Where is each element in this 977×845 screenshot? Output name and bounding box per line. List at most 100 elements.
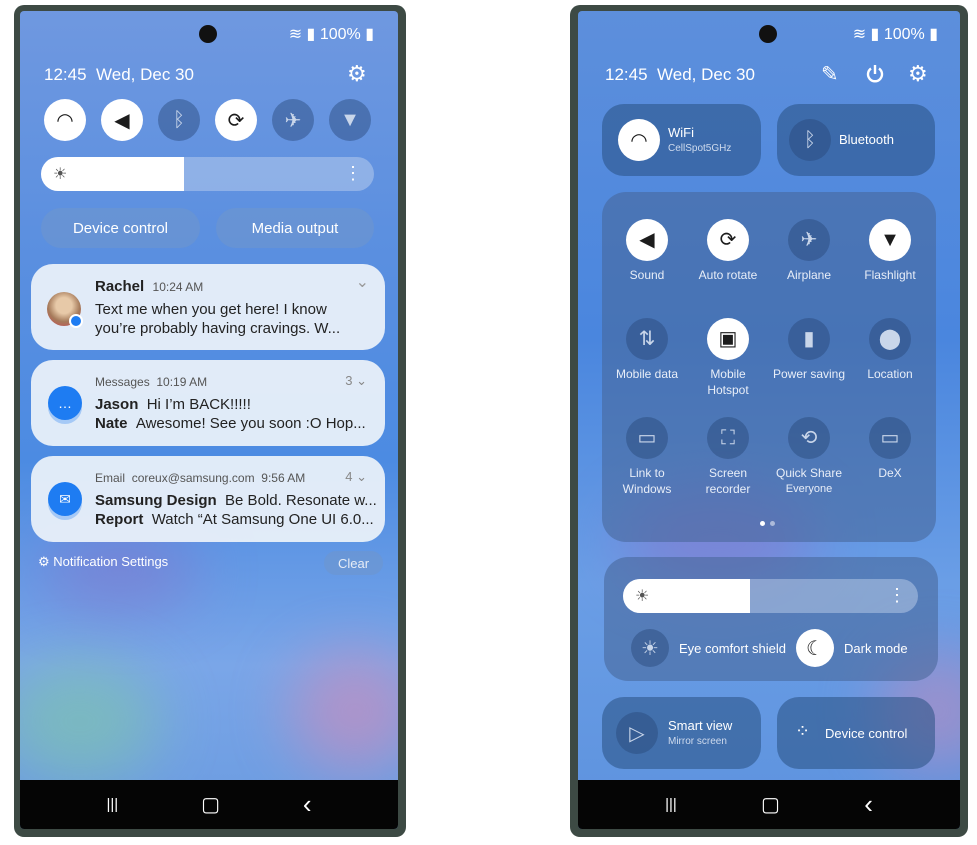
- tile-label: Mobile data: [615, 367, 679, 381]
- wifi-label: WiFi: [668, 125, 694, 140]
- tile-mobile-hotspot[interactable]: ▣ Mobile Hotspot: [688, 318, 768, 398]
- brightness-more-icon[interactable]: ⋮: [888, 585, 906, 606]
- date: Wed, Dec 30: [657, 65, 755, 84]
- page-dot[interactable]: [770, 521, 775, 526]
- recent-apps-button[interactable]: |||: [106, 796, 118, 813]
- expand-chevron-icon[interactable]: ⌄: [356, 272, 369, 292]
- flashlight-icon: ▼: [869, 219, 911, 261]
- dex-icon: ▭: [869, 417, 911, 459]
- battery-icon: ▮: [929, 26, 938, 43]
- auto-rotate-icon: ⟳: [707, 219, 749, 261]
- auto-rotate-icon: ⟳: [227, 109, 245, 132]
- notif-text: Text me when you get here! I know you’re…: [95, 301, 341, 337]
- status-bar: ≋ ▮ 100% ▮: [853, 24, 938, 44]
- smart-view-tile[interactable]: ▷ Smart view Mirror screen: [602, 697, 761, 769]
- settings-gear-icon[interactable]: ⚙: [908, 61, 928, 87]
- wifi-icon: ◠: [56, 109, 74, 132]
- media-output-button[interactable]: Media output: [216, 208, 374, 248]
- sender: Rachel: [95, 278, 145, 295]
- notification-settings-link[interactable]: ⚙ Notification Settings: [38, 554, 168, 570]
- tile-auto-rotate[interactable]: ⟳ Auto rotate: [688, 219, 768, 283]
- time: 10:19 AM: [156, 375, 208, 389]
- line-name: Jason: [95, 396, 139, 413]
- brightness-slider[interactable]: ☀ ⋮: [41, 157, 374, 191]
- tile-quick-share[interactable]: ⟲ Quick Share Everyone: [769, 417, 849, 497]
- notification-rachel[interactable]: Rachel 10:24 AM Text me when you get her…: [31, 264, 385, 350]
- navigation-bar: ||| ▢ ‹: [578, 780, 960, 829]
- line-text: Be Bold. Resonate w...: [225, 492, 377, 509]
- time: 10:24 AM: [152, 280, 204, 294]
- brightness-slider[interactable]: ☀ ⋮: [623, 579, 918, 613]
- wifi-tile[interactable]: ◠ WiFi CellSpot5GHz: [602, 104, 761, 176]
- brightness-more-icon[interactable]: ⋮: [344, 163, 362, 184]
- notification-email[interactable]: ✉ Email coreux@samsung.com 9:56 AM 4 ⌄ S…: [31, 456, 385, 542]
- tile-sublabel: Everyone: [785, 483, 833, 495]
- left-screen: ≋ ▮ 100% ▮ 12:45 Wed, Dec 30 ⚙ ◠ ◀ ᛒ ⟳ ✈ ▼ ☀ …: [20, 11, 398, 829]
- device-control-icon: ⁘: [795, 721, 811, 741]
- tile-location[interactable]: ⬤ Location: [850, 318, 930, 382]
- camera-hole: [199, 25, 217, 43]
- expand-chevron-icon: ⌄: [356, 373, 367, 388]
- smart-view-icon: ▷: [616, 712, 658, 754]
- notif-count[interactable]: 3 ⌄: [345, 373, 367, 389]
- app-name: Email: [95, 471, 126, 485]
- home-button[interactable]: ▢: [201, 792, 220, 817]
- bluetooth-tile[interactable]: ᛒ Bluetooth: [777, 104, 935, 176]
- tile-power-saving[interactable]: ▮ Power saving: [769, 318, 849, 382]
- tile-label: Link to Windows: [622, 466, 672, 496]
- smart-view-sub: Mirror screen: [668, 736, 727, 747]
- line-name: Samsung Design: [95, 492, 217, 509]
- power-icon[interactable]: [865, 64, 885, 89]
- home-button[interactable]: ▢: [761, 792, 780, 817]
- notif-header: Email coreux@samsung.com 9:56 AM: [95, 471, 305, 485]
- tile-sound[interactable]: ◀ Sound: [607, 219, 687, 283]
- smart-view-label: Smart view: [668, 718, 733, 733]
- tile-label: Location: [867, 367, 913, 381]
- signal-icon: ▮: [306, 26, 316, 43]
- tile-mobile-data[interactable]: ⇅ Mobile data: [607, 318, 687, 382]
- eye-comfort-toggle[interactable]: ☀ Eye comfort shield: [631, 629, 786, 667]
- back-button[interactable]: ‹: [303, 789, 312, 820]
- wifi-icon: ◠: [618, 119, 660, 161]
- count: 4: [345, 469, 353, 484]
- tile-link-to-windows[interactable]: ▭ Link to Windows: [607, 417, 687, 497]
- tile-flashlight[interactable]: ▼ Flashlight: [850, 219, 930, 283]
- notification-messages[interactable]: … Messages 10:19 AM 3 ⌄ Jason Hi I’m BAC…: [31, 360, 385, 446]
- recent-apps-button[interactable]: |||: [665, 796, 677, 813]
- device-control-label: Device control: [825, 726, 908, 741]
- quick-settings-grid: ◀ Sound ⟳ Auto rotate ✈ Airplane ▼ Flashlight ⇅ M…: [602, 192, 936, 542]
- signal-icon: ▮: [870, 26, 880, 43]
- expand-chevron-icon: ⌄: [356, 469, 367, 484]
- back-button[interactable]: ‹: [864, 789, 873, 820]
- notification-settings-label: Notification Settings: [53, 554, 169, 569]
- tile-screen-recorder[interactable]: ⛶ Screen recorder: [688, 417, 768, 497]
- page-dot-active[interactable]: [760, 521, 765, 526]
- airplane-toggle[interactable]: ✈: [272, 99, 314, 141]
- clock-date: 12:45 Wed, Dec 30: [44, 65, 194, 85]
- battery-level: 100%: [883, 26, 925, 43]
- edit-pencil-icon[interactable]: ✎: [821, 62, 839, 87]
- tile-dex[interactable]: ▭ DeX: [850, 417, 930, 481]
- dark-mode-toggle[interactable]: ☾ Dark mode: [796, 629, 908, 667]
- settings-gear-icon[interactable]: ⚙: [347, 61, 367, 87]
- wifi-toggle[interactable]: ◠: [44, 99, 86, 141]
- flashlight-toggle[interactable]: ▼: [329, 99, 371, 141]
- app-name: Messages: [95, 375, 150, 389]
- message-badge-icon: [69, 314, 83, 328]
- tile-label: Auto rotate: [698, 268, 758, 282]
- bluetooth-toggle[interactable]: ᛒ: [158, 99, 200, 141]
- battery-level: 100%: [319, 26, 361, 43]
- auto-rotate-toggle[interactable]: ⟳: [215, 99, 257, 141]
- device-control-tile[interactable]: ⁘ Device control: [777, 697, 935, 769]
- date: Wed, Dec 30: [96, 65, 194, 84]
- moon-icon: ☾: [796, 629, 834, 667]
- count: 3: [345, 373, 353, 388]
- link-to-windows-icon: ▭: [626, 417, 668, 459]
- tile-airplane[interactable]: ✈ Airplane: [769, 219, 849, 283]
- clear-button[interactable]: Clear: [324, 551, 383, 575]
- device-control-button[interactable]: Device control: [41, 208, 200, 248]
- sound-toggle[interactable]: ◀: [101, 99, 143, 141]
- line-name: Nate: [95, 415, 128, 432]
- tile-label: Mobile Hotspot: [707, 367, 749, 397]
- notif-count[interactable]: 4 ⌄: [345, 469, 367, 485]
